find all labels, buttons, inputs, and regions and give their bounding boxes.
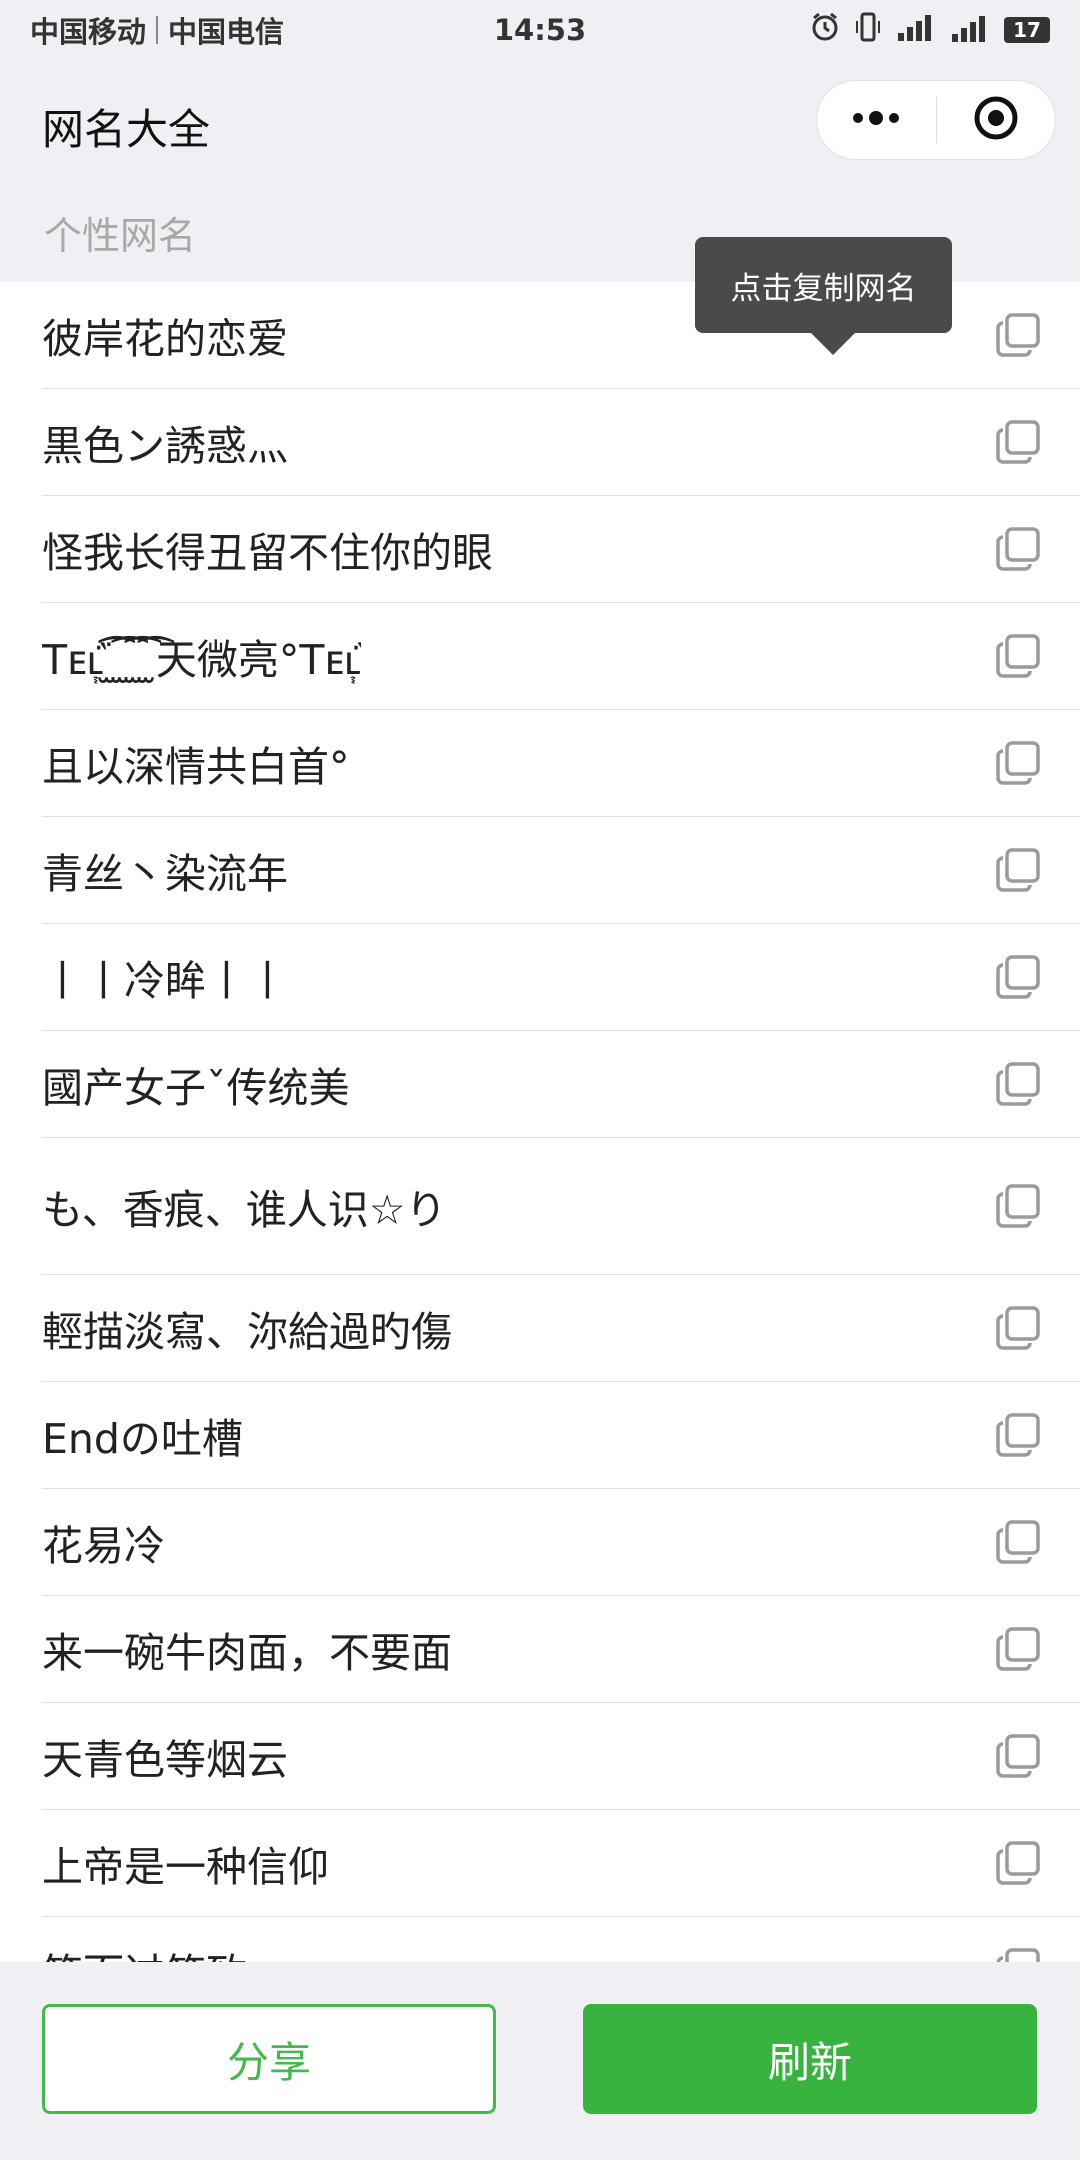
copy-tooltip: 点击复制网名 xyxy=(695,237,952,355)
carrier-1: 中国移动 xyxy=(30,15,147,49)
item-text: 青丝丶染流年 xyxy=(42,850,288,898)
item-text: 天青色等烟云 xyxy=(42,1736,288,1784)
copy-icon[interactable] xyxy=(994,418,1042,466)
item-text: 丨丨冷眸丨丨 xyxy=(42,957,288,1005)
vibrate-icon xyxy=(854,12,882,49)
copy-icon[interactable] xyxy=(994,525,1042,573)
capsule-menu xyxy=(816,80,1056,160)
copy-icon[interactable] xyxy=(994,1411,1042,1459)
item-text: 怪我长得丑留不住你的眼 xyxy=(42,529,493,577)
copy-icon[interactable] xyxy=(994,632,1042,680)
item-text: Endの吐槽 xyxy=(42,1415,243,1463)
item-text: 且以深情共白首° xyxy=(42,743,350,791)
list-item[interactable]: 天青色等烟云 xyxy=(42,1703,1080,1810)
item-text: 國产女子ˇ传统美 xyxy=(42,1064,350,1112)
item-text: 上帝是一种信仰 xyxy=(42,1843,329,1891)
more-button[interactable] xyxy=(817,81,936,159)
share-button[interactable]: 分享 xyxy=(42,2004,496,2114)
page-title: 网名大全 xyxy=(42,105,211,154)
section-header: 个性网名 xyxy=(44,214,197,258)
carrier-separator xyxy=(156,16,159,44)
name-list: 彼岸花的恋爱 黒色ン誘惑灬 怪我长得丑留不住你的眼 Tᴇʟ᷂᷀ ̫͡ ̫͡ ̫͡… xyxy=(0,282,1080,1962)
copy-icon[interactable] xyxy=(994,739,1042,787)
signal-icon xyxy=(896,13,936,48)
copy-icon[interactable] xyxy=(994,1732,1042,1780)
copy-icon[interactable] xyxy=(994,311,1042,359)
list-item[interactable]: 青丝丶染流年 xyxy=(42,817,1080,924)
copy-icon[interactable] xyxy=(994,1060,1042,1108)
close-button[interactable] xyxy=(937,81,1056,159)
bottom-bar: 分享 刷新 xyxy=(0,1962,1080,2160)
more-dots-icon xyxy=(850,110,902,130)
copy-icon[interactable] xyxy=(994,1946,1042,1962)
copy-icon[interactable] xyxy=(994,1625,1042,1673)
carrier-2: 中国电信 xyxy=(168,15,285,49)
list-item[interactable]: 黒色ン誘惑灬 xyxy=(42,389,1080,496)
copy-icon[interactable] xyxy=(994,1518,1042,1566)
item-text: も、香痕、谁人识☆り xyxy=(42,1186,447,1234)
target-close-icon xyxy=(972,94,1020,146)
list-item[interactable]: 丨丨冷眸丨丨 xyxy=(42,924,1080,1031)
refresh-button[interactable]: 刷新 xyxy=(583,2004,1037,2114)
list-item[interactable]: 来一碗牛肉面，不要面 xyxy=(42,1596,1080,1703)
list-item[interactable]: 國产女子ˇ传统美 xyxy=(42,1031,1080,1138)
list-item[interactable]: 笑而过笑致 xyxy=(42,1917,1080,1962)
item-text: 来一碗牛肉面，不要面 xyxy=(42,1629,452,1677)
copy-icon[interactable] xyxy=(994,1182,1042,1230)
list-item[interactable]: 輕描淡寫、沵給過旳傷 xyxy=(42,1275,1080,1382)
list-item[interactable]: 且以深情共白首° xyxy=(42,710,1080,817)
item-text: 黒色ン誘惑灬 xyxy=(42,422,288,470)
item-text: 輕描淡寫、沵給過旳傷 xyxy=(42,1308,452,1356)
item-text: 笑而过笑致 xyxy=(42,1940,247,1962)
item-text: Tᴇʟ᷂᷀ ̫͡ ̫͡ ̫͡ ̫͡天微亮°Tᴇʟ᷂᷀ xyxy=(42,636,362,684)
signal-4g-icon xyxy=(950,12,990,49)
copy-icon[interactable] xyxy=(994,846,1042,894)
status-icons: 17 xyxy=(810,12,1050,49)
list-item[interactable]: 花易冷 xyxy=(42,1489,1080,1596)
copy-icon[interactable] xyxy=(994,953,1042,1001)
item-text: 花易冷 xyxy=(42,1522,165,1570)
list-item[interactable]: Tᴇʟ᷂᷀ ̫͡ ̫͡ ̫͡ ̫͡天微亮°Tᴇʟ᷂᷀ xyxy=(42,603,1080,710)
copy-icon[interactable] xyxy=(994,1304,1042,1352)
list-item[interactable]: Endの吐槽 xyxy=(42,1382,1080,1489)
list-item[interactable]: 上帝是一种信仰 xyxy=(42,1810,1080,1917)
copy-icon[interactable] xyxy=(994,1839,1042,1887)
list-item[interactable]: も、香痕、谁人识☆り xyxy=(42,1138,1080,1275)
nav-bar: 网名大全 xyxy=(0,60,1080,182)
list-item[interactable]: 怪我长得丑留不住你的眼 xyxy=(42,496,1080,603)
screen: 中国移动 中国电信 14:53 17 网名大全 个性网名 彼岸花的恋爱 黒色ン誘… xyxy=(0,0,1080,2160)
item-text: 彼岸花的恋爱 xyxy=(42,315,288,363)
alarm-icon xyxy=(810,12,840,49)
status-bar: 中国移动 中国电信 14:53 17 xyxy=(0,0,1080,60)
battery-icon: 17 xyxy=(1004,17,1050,43)
carriers: 中国移动 中国电信 xyxy=(30,9,284,51)
